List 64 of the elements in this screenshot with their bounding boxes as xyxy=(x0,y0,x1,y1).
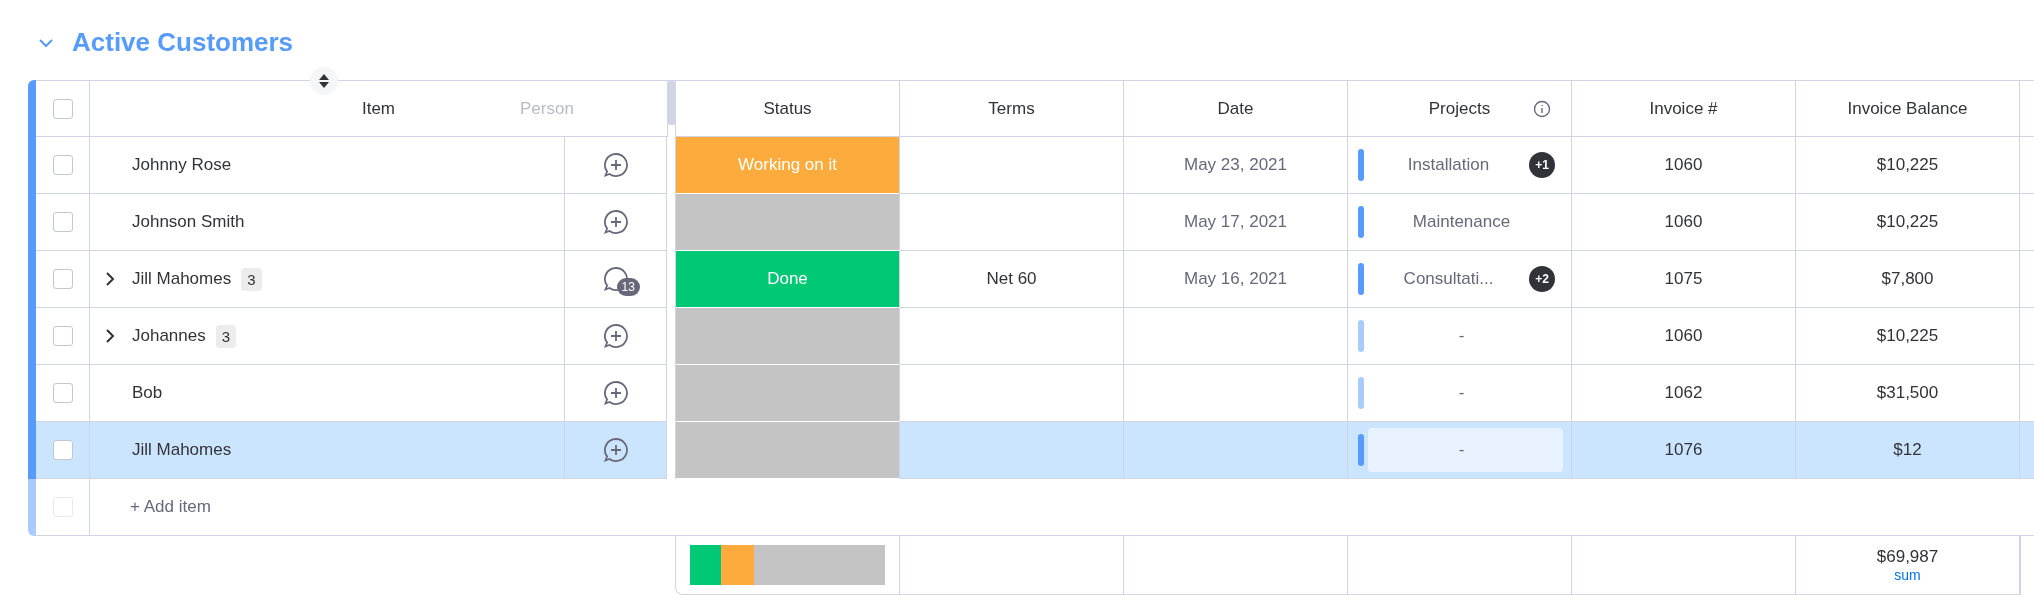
invoice-number: 1060 xyxy=(1664,212,1703,232)
select-all-checkbox[interactable] xyxy=(52,98,73,119)
sum-label[interactable]: sum xyxy=(1894,567,1921,583)
column-header[interactable]: Status xyxy=(763,98,812,119)
add-update-icon[interactable] xyxy=(602,380,629,406)
subitem-count[interactable]: 3 xyxy=(215,324,237,348)
column-header[interactable]: Projects xyxy=(1428,98,1491,119)
invoice-number: 1075 xyxy=(1664,269,1703,289)
row-checkbox[interactable] xyxy=(52,212,73,232)
status-label[interactable] xyxy=(676,194,900,251)
row-checkbox[interactable] xyxy=(52,269,73,289)
item-name[interactable]: Johnson Smith xyxy=(132,212,245,232)
invoice-number: 1062 xyxy=(1664,383,1703,403)
sort-handle[interactable] xyxy=(310,67,338,95)
more-count[interactable]: +1 xyxy=(1529,152,1555,178)
balance-amount: $10,225 xyxy=(1876,212,1939,232)
row-checkbox[interactable] xyxy=(52,155,73,175)
item-name[interactable]: Jill Mahomes xyxy=(132,269,232,289)
add-update-icon[interactable] xyxy=(602,323,629,349)
project-tag[interactable]: Maintenance xyxy=(1412,212,1511,231)
balance-amount: $31,500 xyxy=(1876,383,1939,403)
column-header[interactable]: Terms xyxy=(988,98,1035,119)
status-label[interactable] xyxy=(676,308,900,365)
add-update-icon[interactable] xyxy=(602,209,629,235)
balance-amount: $12 xyxy=(1893,440,1922,460)
project-tag[interactable]: Consultati... xyxy=(1403,269,1494,288)
balance-amount: $10,225 xyxy=(1876,326,1939,346)
item-name[interactable]: Jill Mahomes xyxy=(132,440,232,460)
column-header[interactable]: Date xyxy=(1217,98,1254,119)
update-count: 13 xyxy=(616,278,640,296)
project-tag[interactable]: - xyxy=(1458,383,1465,402)
balance-total: $69,987 xyxy=(1876,547,1939,567)
project-tag[interactable]: - xyxy=(1458,440,1465,459)
column-header[interactable]: Invoice # xyxy=(1649,98,1718,119)
balance-amount: $7,800 xyxy=(1881,269,1934,289)
row-checkbox[interactable] xyxy=(52,326,73,346)
subitem-count[interactable]: 3 xyxy=(241,267,262,291)
more-count[interactable]: +2 xyxy=(1529,266,1555,292)
date-text: May 17, 2021 xyxy=(1184,212,1287,232)
invoice-number: 1076 xyxy=(1664,440,1703,460)
item-name[interactable]: Johnny Rose xyxy=(132,155,232,175)
column-header[interactable]: Item xyxy=(361,98,396,119)
status-label[interactable] xyxy=(676,422,900,479)
column-header[interactable]: Invoice Balance xyxy=(1847,98,1968,119)
add-update-icon[interactable] xyxy=(602,152,629,178)
project-tag[interactable]: Installation xyxy=(1407,155,1490,174)
date-text: May 23, 2021 xyxy=(1184,155,1287,175)
column-header: Person xyxy=(520,98,574,119)
add-item-button[interactable]: + Add item xyxy=(130,497,211,517)
status-label[interactable] xyxy=(676,365,900,422)
item-name[interactable]: Bob xyxy=(132,383,163,403)
item-name[interactable]: Johannes xyxy=(132,326,206,346)
row-checkbox[interactable] xyxy=(52,383,73,403)
balance-amount: $10,225 xyxy=(1876,155,1939,175)
invoice-number: 1060 xyxy=(1664,155,1703,175)
info-icon[interactable] xyxy=(1533,99,1551,118)
add-update-icon[interactable] xyxy=(602,437,629,463)
terms-text: Net 60 xyxy=(986,269,1037,289)
scrollbar[interactable] xyxy=(668,81,675,125)
invoice-number: 1060 xyxy=(1664,326,1703,346)
project-tag[interactable]: - xyxy=(1458,326,1465,345)
date-text: May 16, 2021 xyxy=(1184,269,1287,289)
status-summary-bar[interactable] xyxy=(689,545,886,585)
row-checkbox[interactable] xyxy=(52,440,73,460)
